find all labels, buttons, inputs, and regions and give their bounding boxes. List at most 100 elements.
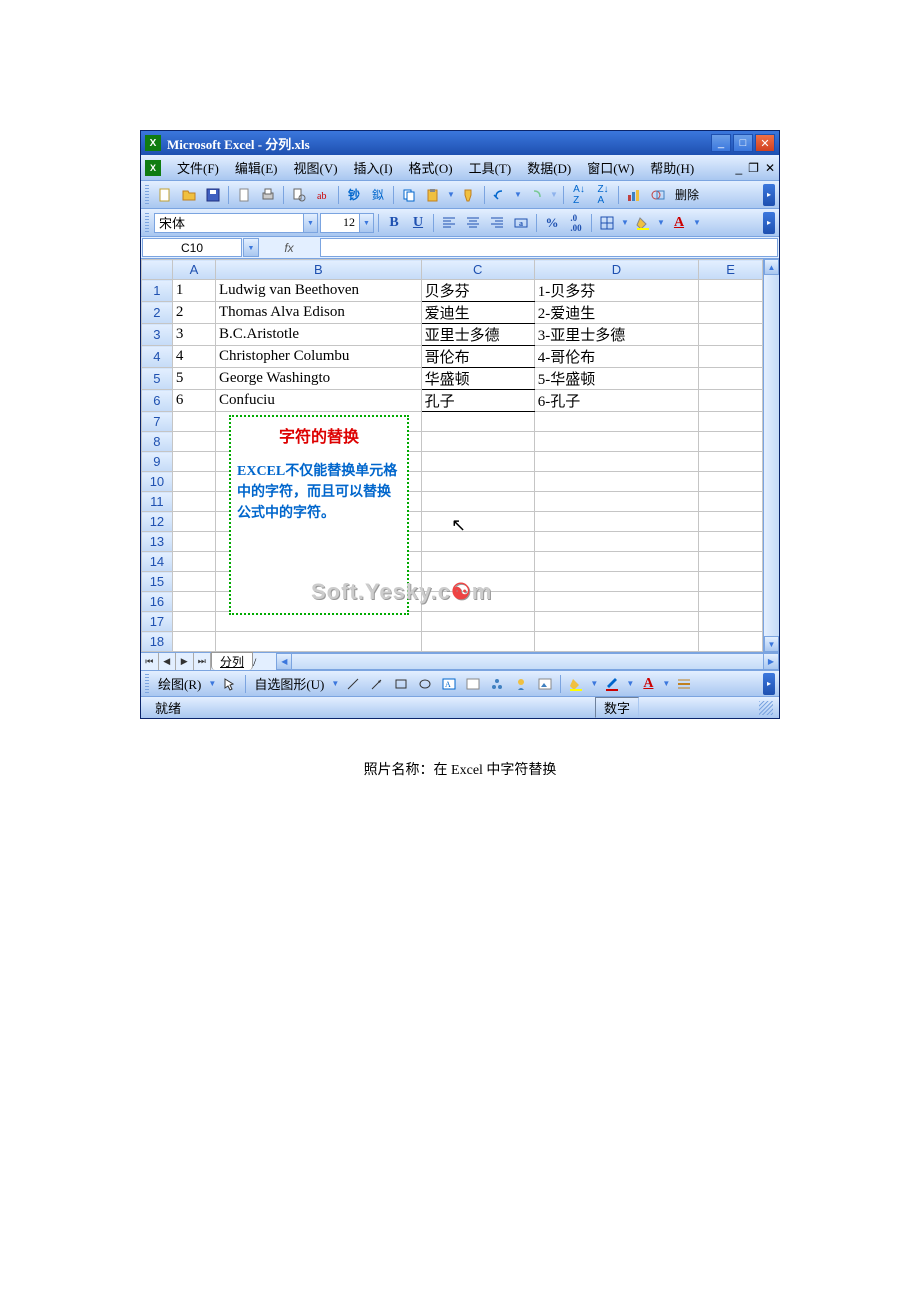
row-header[interactable]: 17 xyxy=(142,612,173,632)
cell[interactable] xyxy=(699,472,763,492)
line-color-dropdown[interactable]: ▼ xyxy=(625,679,635,688)
cell[interactable]: Christopher Columbu xyxy=(216,346,422,368)
cell[interactable]: 爱迪生 xyxy=(421,302,534,324)
font-color-dropdown[interactable]: ▼ xyxy=(692,218,702,227)
col-header-e[interactable]: E xyxy=(699,260,763,280)
doc-minimize[interactable]: _ xyxy=(735,161,742,175)
row-header[interactable]: 13 xyxy=(142,532,173,552)
save-icon[interactable] xyxy=(202,184,224,206)
cell[interactable]: 1-贝多芬 xyxy=(534,280,699,302)
cell[interactable] xyxy=(421,472,534,492)
fx-label[interactable]: fx xyxy=(259,237,319,258)
cell[interactable] xyxy=(172,612,215,632)
tab-last-icon[interactable]: ⏭ xyxy=(194,653,212,670)
undo-dropdown[interactable]: ▼ xyxy=(513,190,523,199)
cell[interactable] xyxy=(172,512,215,532)
print-preview-icon[interactable] xyxy=(288,184,310,206)
row-header[interactable]: 2 xyxy=(142,302,173,324)
fill-color-dropdown[interactable]: ▼ xyxy=(589,679,599,688)
horizontal-scrollbar[interactable]: ◀ ▶ xyxy=(276,653,779,670)
row-header[interactable]: 14 xyxy=(142,552,173,572)
oval-icon[interactable] xyxy=(414,673,436,695)
name-box-dropdown[interactable]: ▼ xyxy=(243,238,259,257)
merge-center-icon[interactable]: a xyxy=(510,212,532,234)
close-button[interactable]: ✕ xyxy=(755,134,775,152)
cell[interactable] xyxy=(172,492,215,512)
scroll-left-icon[interactable]: ◀ xyxy=(276,653,292,670)
cell[interactable] xyxy=(699,452,763,472)
draw-dropdown[interactable]: ▼ xyxy=(207,679,217,688)
line-icon[interactable] xyxy=(342,673,364,695)
cell[interactable]: 6-孔子 xyxy=(534,390,699,412)
cell[interactable] xyxy=(172,552,215,572)
chart-icon[interactable] xyxy=(623,184,645,206)
cell[interactable] xyxy=(699,512,763,532)
cell[interactable] xyxy=(534,512,699,532)
menu-insert[interactable]: 插入(I) xyxy=(346,156,401,179)
insert-diagram-icon[interactable] xyxy=(486,673,508,695)
cell[interactable] xyxy=(699,612,763,632)
fill-color-icon[interactable] xyxy=(565,673,587,695)
cell[interactable] xyxy=(421,612,534,632)
row-header[interactable]: 10 xyxy=(142,472,173,492)
cell[interactable] xyxy=(699,346,763,368)
increase-decimal-icon[interactable]: .0.00 xyxy=(565,212,587,234)
menu-edit[interactable]: 编辑(E) xyxy=(227,156,286,179)
cell[interactable] xyxy=(421,412,534,432)
maximize-button[interactable]: □ xyxy=(733,134,753,152)
copy-icon[interactable] xyxy=(398,184,420,206)
cell[interactable]: 2 xyxy=(172,302,215,324)
cell[interactable] xyxy=(534,472,699,492)
row-header[interactable]: 18 xyxy=(142,632,173,652)
permission-icon[interactable] xyxy=(233,184,255,206)
paste-dropdown[interactable]: ▼ xyxy=(446,190,456,199)
col-header-a[interactable]: A xyxy=(172,260,215,280)
cell[interactable] xyxy=(534,632,699,652)
cell[interactable]: 2-爱迪生 xyxy=(534,302,699,324)
doc-close[interactable]: ✕ xyxy=(765,161,775,175)
cell[interactable] xyxy=(172,472,215,492)
row-header[interactable]: 5 xyxy=(142,368,173,390)
autoshapes-menu[interactable]: 自选图形(U) xyxy=(250,674,328,693)
fill-color-dropdown[interactable]: ▼ xyxy=(656,218,666,227)
cell[interactable] xyxy=(699,492,763,512)
font-size-selector[interactable]: 12 xyxy=(320,213,360,233)
col-header-c[interactable]: C xyxy=(421,260,534,280)
borders-icon[interactable] xyxy=(596,212,618,234)
sort-asc-icon[interactable]: A↓Z xyxy=(568,184,590,206)
fill-color-icon[interactable] xyxy=(632,212,654,234)
cell[interactable]: 贝多芬 xyxy=(421,280,534,302)
cell[interactable] xyxy=(216,632,422,652)
name-box[interactable]: C10 xyxy=(142,238,242,257)
font-selector[interactable]: 宋体 xyxy=(154,213,304,233)
paste-icon[interactable] xyxy=(422,184,444,206)
cell[interactable] xyxy=(534,572,699,592)
cell[interactable] xyxy=(421,512,534,532)
row-header[interactable]: 7 xyxy=(142,412,173,432)
font-color-dropdown[interactable]: ▼ xyxy=(661,679,671,688)
cell[interactable] xyxy=(699,552,763,572)
align-left-icon[interactable] xyxy=(438,212,460,234)
font-size-dropdown[interactable]: ▼ xyxy=(360,213,374,233)
toolbar-handle[interactable] xyxy=(145,213,149,233)
row-header[interactable]: 1 xyxy=(142,280,173,302)
select-all-corner[interactable] xyxy=(142,260,173,280)
cell[interactable] xyxy=(421,532,534,552)
toolbar-expander[interactable]: ▸ xyxy=(763,673,775,695)
vertical-scrollbar[interactable]: ▲ ▼ xyxy=(763,259,779,652)
sort-desc-icon[interactable]: Z↓A xyxy=(592,184,614,206)
cell[interactable] xyxy=(534,592,699,612)
cell[interactable] xyxy=(534,492,699,512)
row-header[interactable]: 8 xyxy=(142,432,173,452)
cell[interactable]: George Washingto xyxy=(216,368,422,390)
cell[interactable]: Ludwig van Beethoven xyxy=(216,280,422,302)
menu-data[interactable]: 数据(D) xyxy=(519,156,579,179)
cell[interactable] xyxy=(699,412,763,432)
cell[interactable]: 3 xyxy=(172,324,215,346)
format-painter-icon[interactable] xyxy=(458,184,480,206)
select-objects-icon[interactable] xyxy=(219,673,241,695)
spelling-icon[interactable]: ab xyxy=(312,184,334,206)
row-header[interactable]: 4 xyxy=(142,346,173,368)
cell[interactable] xyxy=(172,412,215,432)
font-color-icon[interactable]: A xyxy=(637,673,659,695)
